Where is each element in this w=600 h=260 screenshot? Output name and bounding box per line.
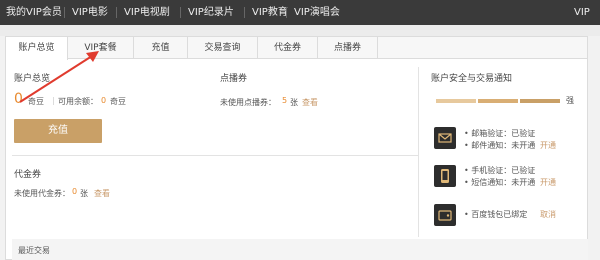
red-arrow-annotation — [19, 51, 99, 103]
page: 我的VIP会员 VIP电影 VIP电视剧 VIP纪录片 VIP教育 VIP演唱会… — [0, 0, 600, 260]
